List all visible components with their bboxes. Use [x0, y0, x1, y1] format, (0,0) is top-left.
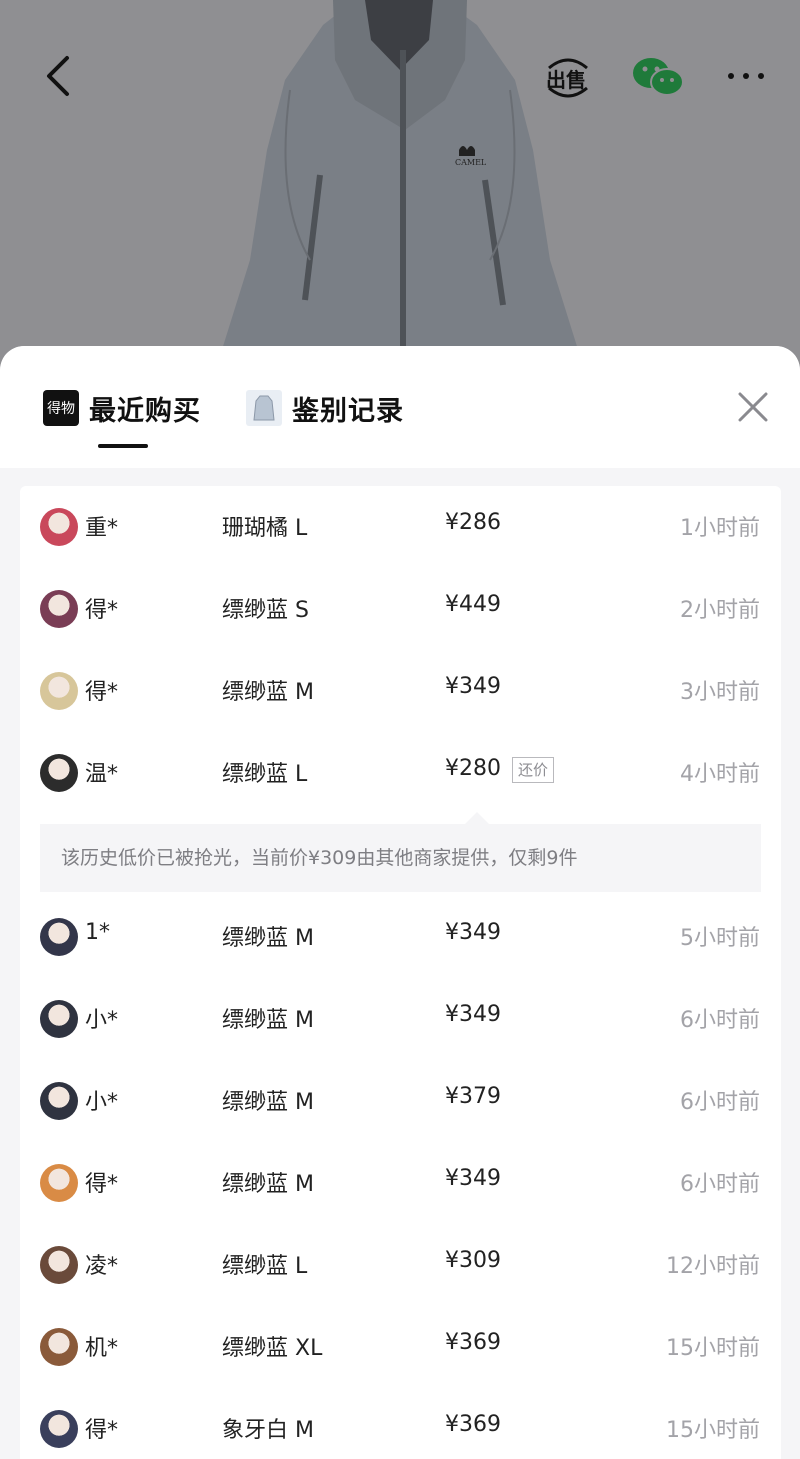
tab-label: 最近购买: [89, 395, 201, 427]
purchase-time: 15小时前: [666, 1418, 760, 1443]
purchase-time: 15小时前: [666, 1336, 760, 1361]
purchase-price: ¥369: [445, 1412, 501, 1437]
active-tab-indicator: [98, 444, 148, 448]
buyer-name: 得*: [85, 1418, 119, 1443]
avatar: [40, 1246, 78, 1284]
purchase-price: ¥449: [445, 592, 501, 617]
purchase-price: ¥280: [445, 756, 501, 781]
purchase-time: 6小时前: [680, 1090, 760, 1115]
wechat-icon: [633, 58, 684, 96]
purchase-row: 凌* 缥缈蓝 L ¥309 12小时前: [20, 1224, 781, 1306]
tab-bar: 得物 最近购买 鉴别记录: [0, 346, 800, 468]
buyer-name: 得*: [85, 680, 119, 705]
avatar: [40, 1000, 78, 1038]
close-icon: [738, 392, 768, 422]
top-navigation-bar: 出售: [0, 0, 800, 150]
buyer-name: 得*: [85, 1172, 119, 1197]
back-button[interactable]: [30, 48, 86, 104]
purchase-time: 2小时前: [680, 598, 760, 623]
tab-recent-purchases[interactable]: 得物 最近购买: [43, 386, 201, 430]
product-spec: 缥缈蓝 L: [222, 762, 308, 787]
product-spec: 缥缈蓝 S: [222, 598, 309, 623]
purchase-row: 得* 象牙白 M ¥369 15小时前: [20, 1388, 781, 1459]
purchase-row: 重* 珊瑚橘 L ¥286 1小时前: [20, 486, 781, 568]
purchase-price: ¥349: [445, 920, 501, 945]
purchase-list: 该历史低价已被抢光，当前价¥309由其他商家提供，仅剩9件 重* 珊瑚橘 L ¥28…: [20, 486, 781, 1459]
price-notice: 该历史低价已被抢光，当前价¥309由其他商家提供，仅剩9件: [40, 824, 761, 892]
product-spec: 缥缈蓝 M: [222, 1090, 314, 1115]
purchase-time: 12小时前: [666, 1254, 760, 1279]
purchase-price: ¥369: [445, 1330, 501, 1355]
purchase-row: 机* 缥缈蓝 XL ¥369 15小时前: [20, 1306, 781, 1388]
product-spec: 珊瑚橘 L: [222, 516, 308, 541]
product-spec: 缥缈蓝 M: [222, 680, 314, 705]
avatar: [40, 1082, 78, 1120]
purchase-row: 小* 缥缈蓝 M ¥349 6小时前: [20, 978, 781, 1060]
product-spec: 缥缈蓝 M: [222, 1008, 314, 1033]
avatar: [40, 754, 78, 792]
sell-label: 出售: [546, 68, 586, 92]
purchase-time: 6小时前: [680, 1008, 760, 1033]
purchase-row: 温* 缥缈蓝 L ¥280 还价 4小时前: [20, 732, 781, 814]
avatar: [40, 508, 78, 546]
buyer-name: 机*: [85, 1336, 119, 1361]
buyer-name: 1*: [85, 920, 110, 945]
buyer-name: 小*: [85, 1008, 119, 1033]
bargain-tag: 还价: [512, 757, 555, 783]
product-spec: 缥缈蓝 XL: [222, 1336, 323, 1361]
purchase-time: 6小时前: [680, 1172, 760, 1197]
purchase-price: ¥349: [445, 1166, 501, 1191]
purchase-price: ¥286: [445, 510, 501, 535]
purchase-row: 得* 缥缈蓝 M ¥349 3小时前: [20, 650, 781, 732]
more-icon: [728, 73, 764, 79]
brand-logo: CAMEL: [455, 158, 487, 167]
purchase-time: 1小时前: [680, 516, 760, 541]
purchase-row: 得* 缥缈蓝 M ¥349 6小时前: [20, 1142, 781, 1224]
close-button[interactable]: [736, 390, 770, 424]
purchase-price: ¥379: [445, 1084, 501, 1109]
purchase-time: 4小时前: [680, 762, 760, 787]
buyer-name: 凌*: [85, 1254, 119, 1279]
avatar: [40, 1164, 78, 1202]
avatar: [40, 1328, 78, 1366]
buyer-name: 得*: [85, 598, 119, 623]
product-spec: 缥缈蓝 L: [222, 1254, 308, 1279]
tab-label: 鉴别记录: [292, 395, 404, 427]
product-spec: 缥缈蓝 M: [222, 926, 314, 951]
product-spec: 象牙白 M: [222, 1418, 314, 1443]
sell-button[interactable]: 出售: [540, 52, 596, 104]
purchase-records-sheet: 得物 最近购买 鉴别记录 该历史低价已被抢光，当前价¥309由其他商家提供，仅剩…: [0, 346, 800, 1459]
purchase-price: ¥349: [445, 1002, 501, 1027]
purchase-row: 得* 缥缈蓝 S ¥449 2小时前: [20, 568, 781, 650]
purchase-price: ¥349: [445, 674, 501, 699]
jacket-thumbnail-icon: [246, 390, 282, 426]
tab-authentication-records[interactable]: 鉴别记录: [246, 386, 404, 430]
purchase-time: 5小时前: [680, 926, 760, 951]
avatar: [40, 590, 78, 628]
avatar: [40, 1410, 78, 1448]
purchase-price: ¥309: [445, 1248, 501, 1273]
purchase-row: 小* 缥缈蓝 M ¥379 6小时前: [20, 1060, 781, 1142]
chevron-left-icon: [47, 56, 69, 96]
purchase-row: 1* 缥缈蓝 M ¥349 5小时前: [20, 896, 781, 978]
buyer-name: 重*: [85, 516, 119, 541]
avatar: [40, 672, 78, 710]
wechat-share-button[interactable]: [628, 52, 688, 102]
buyer-name: 小*: [85, 1090, 119, 1115]
more-button[interactable]: [720, 54, 772, 98]
dewu-logo-icon: 得物: [43, 390, 79, 426]
buyer-name: 温*: [85, 762, 119, 787]
avatar: [40, 918, 78, 956]
purchase-time: 3小时前: [680, 680, 760, 705]
product-spec: 缥缈蓝 M: [222, 1172, 314, 1197]
